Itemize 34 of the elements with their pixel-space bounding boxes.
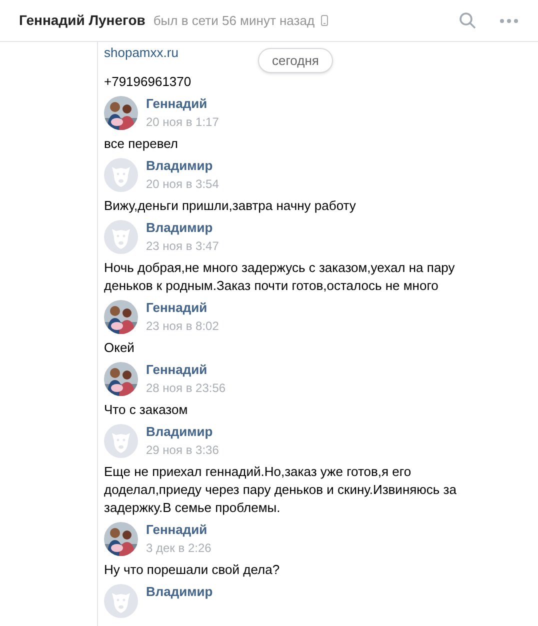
contact-name[interactable]: Геннадий Лунегов <box>19 10 146 31</box>
default-avatar-icon <box>104 220 138 254</box>
author-name[interactable]: Геннадий <box>146 362 208 378</box>
message-time: 29 ноя в 3:36 <box>146 442 219 458</box>
message-text: +79196961370 <box>104 73 192 91</box>
phone-icon <box>320 15 328 26</box>
author-name[interactable]: Геннадий <box>146 96 208 112</box>
author-name[interactable]: Геннадий <box>146 522 208 538</box>
author-name[interactable]: Владимир <box>146 158 213 174</box>
message-time: 20 ноя в 3:54 <box>146 176 219 192</box>
message-time: 28 ноя в 23:56 <box>146 380 226 396</box>
message-text: Вижу,деньги пришли,завтра начну работу <box>104 197 357 215</box>
search-icon[interactable] <box>459 12 476 29</box>
message-link[interactable]: shopamxx.ru <box>104 44 178 62</box>
message-text: Ну что порешали свой дела? <box>104 561 281 579</box>
message-text: Ночь добрая,не много задержусь с заказом,уехал на пару деньков к родным.Заказ почти готов,осталось не много <box>104 259 456 295</box>
online-status: был в сети 56 минут назад <box>153 12 315 30</box>
author-name[interactable]: Владимир <box>146 584 213 600</box>
default-avatar-icon <box>104 424 138 458</box>
message-text: Окей <box>104 339 136 357</box>
message-time: 20 ноя в 1:17 <box>146 114 219 130</box>
date-badge: сегодня <box>258 48 333 73</box>
message-time: 23 ноя в 3:47 <box>146 238 219 254</box>
message-text: Что с заказом <box>104 401 189 419</box>
message-text: все перевел <box>104 135 179 153</box>
author-name[interactable]: Владимир <box>146 220 213 236</box>
more-icon[interactable] <box>500 18 518 22</box>
message-time: 23 ноя в 8:02 <box>146 318 219 334</box>
default-avatar-icon <box>104 584 138 618</box>
message-text: Еще не приехал геннадий.Но,заказ уже готов,я его доделал,приеду через пару деньков и скину.Извиняюсь за задержку.В семье проблемы. <box>104 463 458 517</box>
author-name[interactable]: Геннадий <box>146 300 208 316</box>
author-name[interactable]: Владимир <box>146 424 213 440</box>
default-avatar-icon <box>104 158 138 192</box>
message-time: 3 дек в 2:26 <box>146 540 212 556</box>
